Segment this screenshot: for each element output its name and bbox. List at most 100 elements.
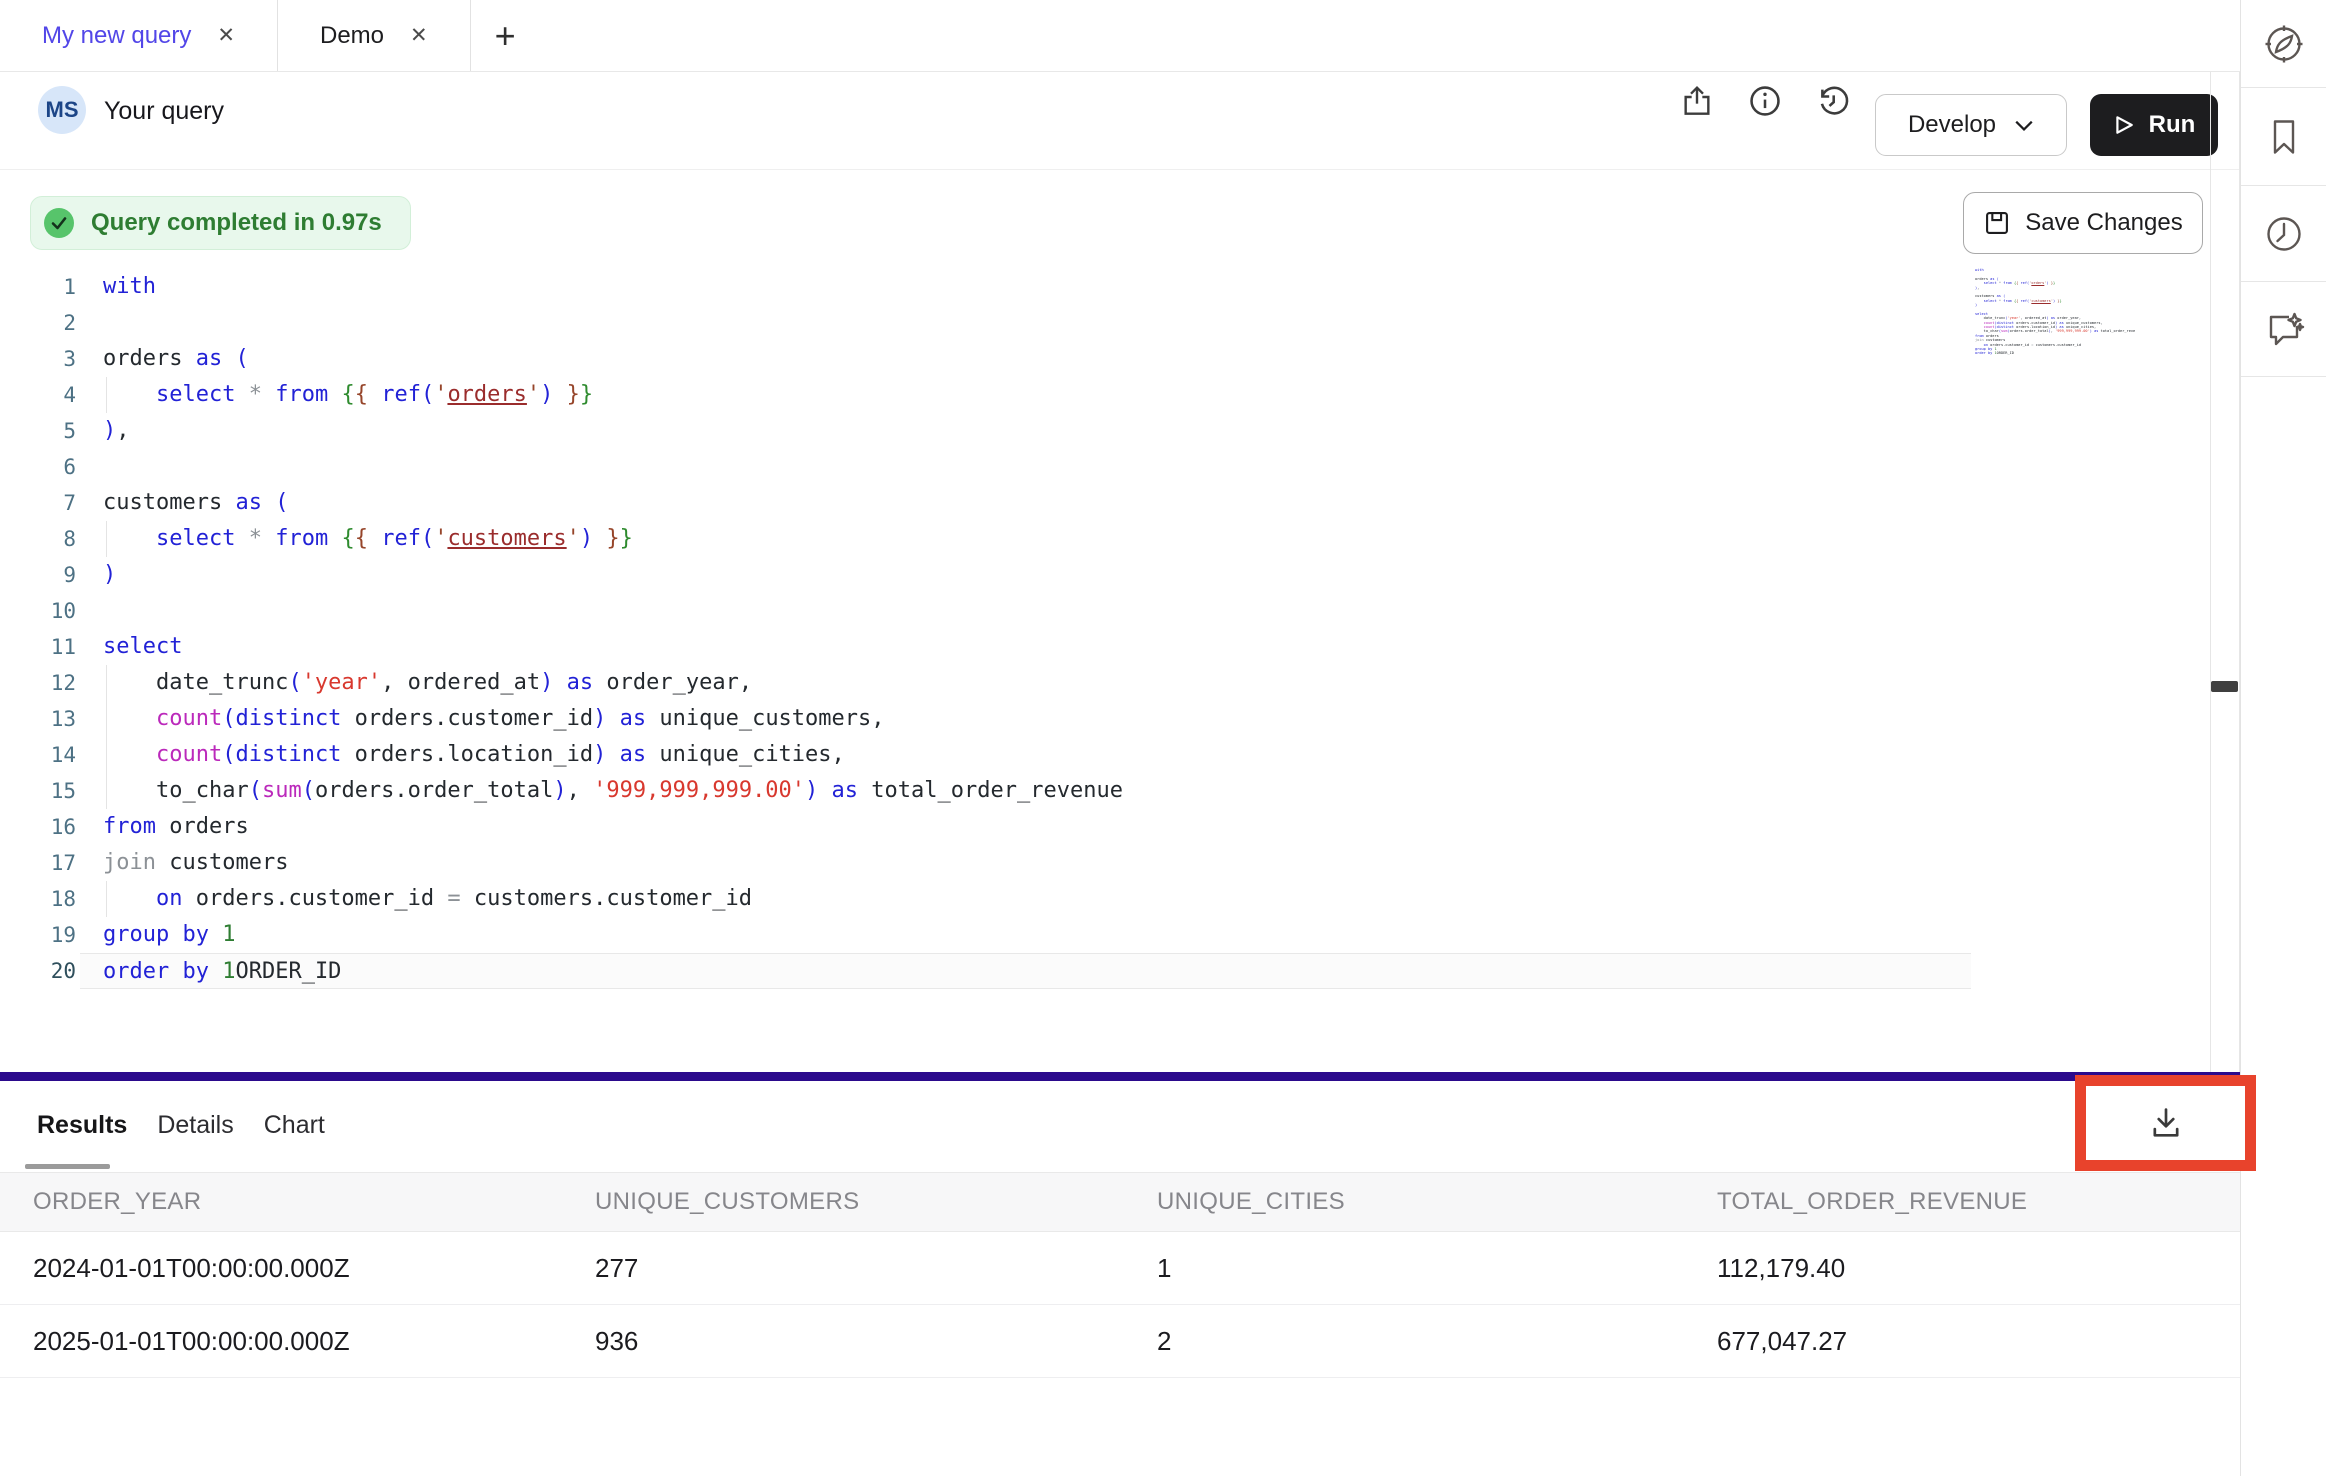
- indent-guide: [106, 701, 107, 737]
- line-number: 7: [0, 485, 80, 521]
- line-number: 3: [0, 341, 80, 377]
- play-icon: [2113, 114, 2135, 136]
- scrollbar-track: [2210, 72, 2211, 1072]
- ai-chat-icon: [2261, 306, 2307, 352]
- tab-chart[interactable]: Chart: [264, 1111, 325, 1140]
- tab-label: Demo: [320, 22, 384, 50]
- code-line[interactable]: order by 1ORDER_ID: [80, 953, 1971, 989]
- table-cell: 2025-01-01T00:00:00.000Z: [33, 1326, 595, 1357]
- table-row: 2025-01-01T00:00:00.000Z9362677,047.27: [0, 1305, 2242, 1378]
- code-line[interactable]: to_char(sum(orders.order_total), '999,99…: [80, 773, 2210, 809]
- table-cell: 277: [595, 1253, 1157, 1284]
- line-number: 2: [0, 305, 80, 341]
- minimap-line: to_char(sum(orders.order_total), '999,99…: [1975, 329, 2135, 333]
- close-icon[interactable]: ✕: [217, 25, 235, 46]
- column-header: UNIQUE_CUSTOMERS: [595, 1188, 1157, 1216]
- right-sidebar: [2240, 0, 2326, 1476]
- line-number: 9: [0, 557, 80, 593]
- code-line[interactable]: orders as (: [80, 341, 2210, 377]
- close-icon[interactable]: ✕: [410, 25, 428, 46]
- code-line[interactable]: count(distinct orders.location_id) as un…: [80, 737, 2210, 773]
- download-button[interactable]: [2144, 1101, 2188, 1145]
- pane-resize-divider[interactable]: [0, 1072, 2240, 1081]
- tab-demo[interactable]: Demo ✕: [278, 0, 471, 71]
- table-cell: 112,179.40: [1717, 1253, 2242, 1284]
- sidebar-item-history[interactable]: [2241, 186, 2326, 282]
- tab-label: My new query: [42, 22, 191, 50]
- code-line[interactable]: select * from {{ ref('orders') }}: [80, 377, 2210, 413]
- code-line[interactable]: from orders: [80, 809, 2210, 845]
- code-line[interactable]: date_trunc('year', ordered_at) as order_…: [80, 665, 2210, 701]
- code-line[interactable]: group by 1: [80, 917, 2210, 953]
- line-number: 4: [0, 377, 80, 413]
- status-message: Query completed in 0.97s: [91, 209, 382, 237]
- compass-icon: [2262, 22, 2306, 66]
- develop-dropdown[interactable]: Develop: [1875, 94, 2067, 156]
- column-header: UNIQUE_CITIES: [1157, 1188, 1717, 1216]
- code-line[interactable]: ): [80, 557, 2210, 593]
- history-icon[interactable]: [1814, 82, 1852, 120]
- line-number: 15: [0, 773, 80, 809]
- scrollbar-thumb[interactable]: [2211, 681, 2238, 692]
- code-line[interactable]: select: [80, 629, 2210, 665]
- indent-guide: [106, 665, 107, 701]
- code-line[interactable]: customers as (: [80, 485, 2210, 521]
- indent-guide: [106, 521, 107, 557]
- results-tab-bar: Results Details Chart: [0, 1081, 2240, 1170]
- column-header: TOTAL_ORDER_REVENUE: [1717, 1188, 2242, 1216]
- save-label: Save Changes: [2025, 209, 2182, 237]
- sidebar-item-bookmarks[interactable]: [2241, 88, 2326, 186]
- clock-icon: [2262, 212, 2306, 256]
- line-number: 1: [0, 269, 80, 305]
- code-line[interactable]: [80, 449, 2210, 485]
- editor-minimap[interactable]: withorders as ( select * from {{ ref('or…: [1975, 268, 2135, 360]
- status-badge: Query completed in 0.97s: [30, 196, 411, 250]
- line-number: 10: [0, 593, 80, 629]
- app-window: My new query ✕ Demo ✕ + MS Your query: [0, 0, 2326, 1476]
- line-number: 8: [0, 521, 80, 557]
- indent-guide: [106, 377, 107, 413]
- page-title: Your query: [104, 97, 224, 126]
- table-cell: 677,047.27: [1717, 1326, 2242, 1357]
- column-header: ORDER_YEAR: [33, 1188, 595, 1216]
- code-lines[interactable]: with orders as ( select * from {{ ref('or…: [80, 269, 2210, 989]
- line-number: 16: [0, 809, 80, 845]
- line-number: 5: [0, 413, 80, 449]
- table-body: 2024-01-01T00:00:00.000Z2771112,179.4020…: [0, 1232, 2242, 1378]
- table-cell: 2: [1157, 1326, 1717, 1357]
- indent-guide: [106, 773, 107, 809]
- save-changes-button[interactable]: Save Changes: [1963, 192, 2203, 254]
- code-line[interactable]: [80, 593, 2210, 629]
- table-cell: 2024-01-01T00:00:00.000Z: [33, 1253, 595, 1284]
- tab-my-new-query[interactable]: My new query ✕: [0, 0, 278, 71]
- code-line[interactable]: join customers: [80, 845, 2210, 881]
- code-line[interactable]: ),: [80, 413, 2210, 449]
- code-line[interactable]: [80, 305, 2210, 341]
- line-number-gutter: 1234567891011121314151617181920: [0, 269, 80, 989]
- code-line[interactable]: select * from {{ ref('customers') }}: [80, 521, 2210, 557]
- active-tab-underline: [25, 1164, 110, 1169]
- indent-guide: [106, 881, 107, 917]
- tab-details[interactable]: Details: [157, 1111, 233, 1140]
- sidebar-item-ai-assistant[interactable]: [2241, 282, 2326, 377]
- run-button[interactable]: Run: [2090, 94, 2218, 156]
- tab-results[interactable]: Results: [37, 1111, 127, 1140]
- code-line[interactable]: count(distinct orders.customer_id) as un…: [80, 701, 2210, 737]
- save-icon: [1983, 209, 2011, 237]
- code-line[interactable]: with: [80, 269, 2210, 305]
- table-header-row: ORDER_YEARUNIQUE_CUSTOMERSUNIQUE_CITIEST…: [0, 1172, 2242, 1232]
- code-line[interactable]: on orders.customer_id = customers.custom…: [80, 881, 2210, 917]
- query-toolbar: MS Your query Develop: [0, 72, 2240, 170]
- line-number: 12: [0, 665, 80, 701]
- line-number: 14: [0, 737, 80, 773]
- line-number: 17: [0, 845, 80, 881]
- sidebar-item-explore[interactable]: [2241, 0, 2326, 88]
- line-number: 20: [0, 953, 80, 989]
- share-icon[interactable]: [1678, 82, 1716, 120]
- download-icon: [2147, 1104, 2185, 1142]
- table-row: 2024-01-01T00:00:00.000Z2771112,179.40: [0, 1232, 2242, 1305]
- line-number: 6: [0, 449, 80, 485]
- info-icon[interactable]: [1746, 82, 1784, 120]
- new-tab-button[interactable]: +: [471, 0, 540, 71]
- sql-editor[interactable]: 1234567891011121314151617181920 withorde…: [0, 255, 2210, 1072]
